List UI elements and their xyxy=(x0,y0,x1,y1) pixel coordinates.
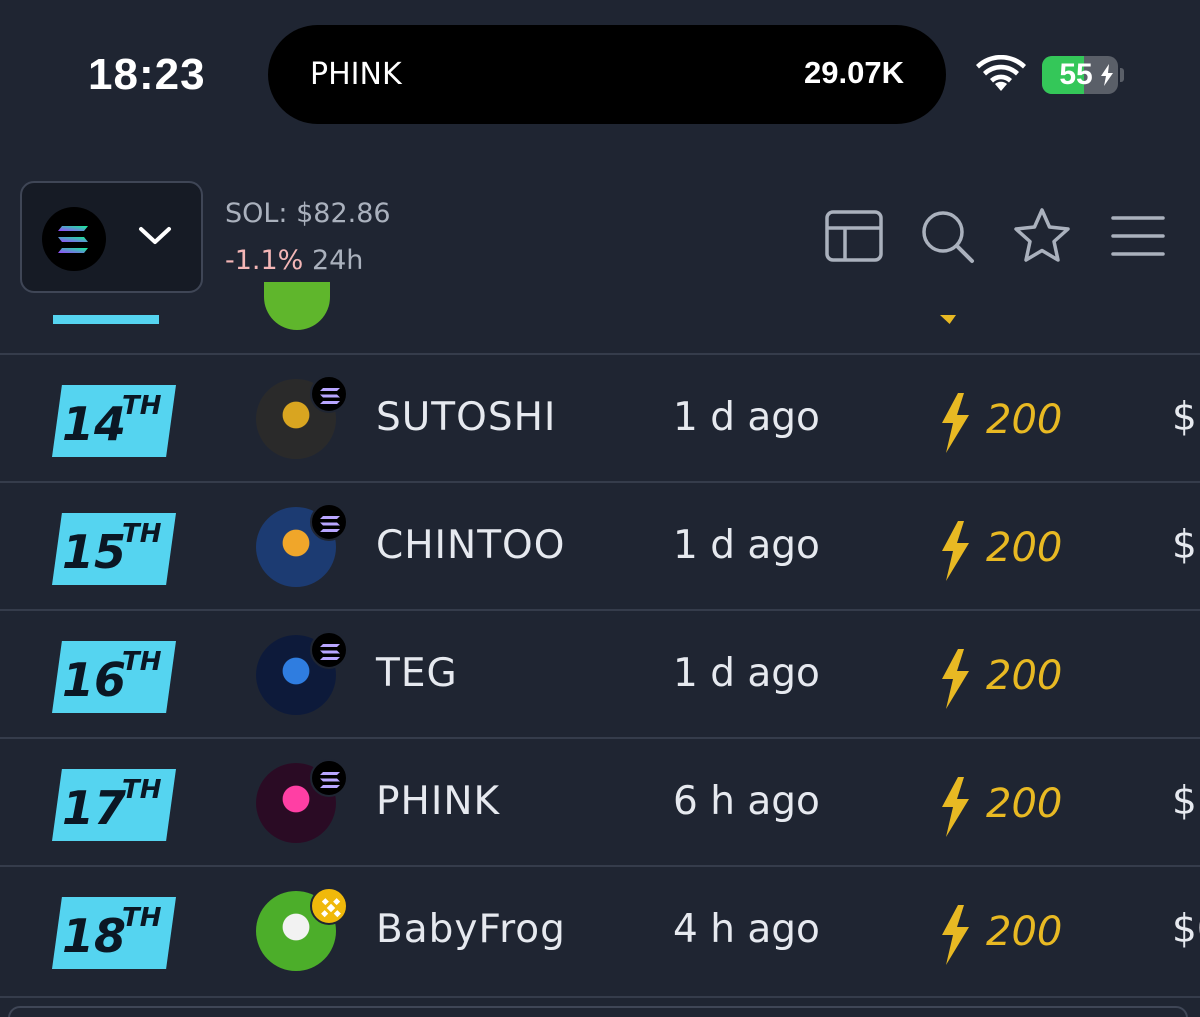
boost-count: 200 xyxy=(986,653,1063,699)
bnb-logo-icon xyxy=(321,898,341,918)
island-ticker-value: 29.07K xyxy=(804,55,904,90)
sol-price: SOL: $82.86 xyxy=(225,198,391,229)
rank-number: 18 xyxy=(62,909,127,963)
solana-logo-icon xyxy=(320,516,340,532)
layout-icon[interactable] xyxy=(825,206,883,264)
rank-number: 16 xyxy=(62,653,127,707)
island-ticker-name: PHINK xyxy=(310,57,402,92)
boost-count: 200 xyxy=(986,397,1063,443)
boost-count: 200 xyxy=(986,781,1063,827)
solana-logo-icon xyxy=(320,772,340,788)
market-cap: $ xyxy=(1172,395,1197,440)
rank-badge: 16 TH xyxy=(52,641,176,713)
status-time: 18:23 xyxy=(88,50,206,99)
market-cap: $0 xyxy=(1172,907,1200,952)
battery-cap xyxy=(1120,68,1124,82)
rank-badge: 15 TH xyxy=(52,513,176,585)
rank-number: 15 xyxy=(62,525,127,579)
boost-bolt-icon xyxy=(942,521,969,581)
boost-count: 200 xyxy=(986,909,1063,955)
listing-age: 4 h ago xyxy=(673,907,820,952)
rank-suffix: TH xyxy=(122,391,162,421)
rank-number: 17 xyxy=(62,781,127,835)
rank-badge: 18 TH xyxy=(52,897,176,969)
chain-badge-icon xyxy=(310,887,348,925)
search-icon[interactable] xyxy=(919,206,977,264)
rank-badge: 14 TH xyxy=(52,385,176,457)
boost-bolt-icon xyxy=(942,777,969,837)
chain-badge-icon xyxy=(310,503,348,541)
token-row[interactable]: 14 TH SUTOSHI 1 d ago 200 $ xyxy=(0,353,1200,481)
chain-badge-icon xyxy=(310,631,348,669)
market-cap: $ xyxy=(1172,779,1197,824)
listing-age: 6 h ago xyxy=(673,779,820,824)
rank-suffix: TH xyxy=(122,775,162,805)
rank-badge: 17 TH xyxy=(52,769,176,841)
token-row[interactable]: 15 TH CHINTOO 1 d ago 200 $ xyxy=(0,481,1200,609)
token-name[interactable]: TEG xyxy=(376,651,458,696)
token-row[interactable]: 16 TH TEG 1 d ago 200 xyxy=(0,609,1200,737)
next-row-peek xyxy=(0,996,1200,1017)
previous-row-avatar xyxy=(264,282,330,330)
listing-age: 1 d ago xyxy=(673,395,820,440)
solana-logo-icon xyxy=(320,644,340,660)
previous-row-rank-badge xyxy=(53,315,159,324)
token-row[interactable]: 17 TH PHINK 6 h ago 200 $ xyxy=(0,737,1200,865)
menu-icon[interactable] xyxy=(1110,206,1166,264)
chain-badge-icon xyxy=(310,375,348,413)
boost-bolt-icon xyxy=(942,393,969,453)
market-cap: $ xyxy=(1172,523,1197,568)
dynamic-island-ticker[interactable]: PHINK 29.07K xyxy=(268,25,946,124)
solana-logo-icon xyxy=(42,207,106,271)
token-name[interactable]: PHINK xyxy=(376,779,500,824)
rank-suffix: TH xyxy=(122,903,162,933)
battery-charging-icon: 55 xyxy=(1042,56,1118,94)
token-name[interactable]: SUTOSHI xyxy=(376,395,556,440)
boost-bolt-icon xyxy=(942,649,969,709)
chain-selector[interactable] xyxy=(20,181,203,293)
rank-suffix: TH xyxy=(122,519,162,549)
token-row[interactable]: 18 TH BabyFrog 4 h ago 200 $0 xyxy=(0,865,1200,993)
charging-bolt-icon xyxy=(1101,64,1113,86)
listing-age: 1 d ago xyxy=(673,523,820,568)
previous-row-bolt-icon xyxy=(940,315,956,324)
chain-badge-icon xyxy=(310,759,348,797)
next-row-card xyxy=(8,1006,1188,1017)
wifi-icon xyxy=(976,55,1026,91)
star-icon[interactable] xyxy=(1012,206,1072,266)
price-change-period: 24h xyxy=(311,245,364,276)
rank-number: 14 xyxy=(62,397,127,451)
token-name[interactable]: BabyFrog xyxy=(376,907,566,952)
price-change-value: -1.1% xyxy=(225,245,304,276)
token-name[interactable]: CHINTOO xyxy=(376,523,565,568)
listing-age: 1 d ago xyxy=(673,651,820,696)
chevron-down-icon xyxy=(139,227,171,244)
solana-logo-icon xyxy=(320,388,340,404)
sol-price-change: -1.1% 24h xyxy=(225,245,363,276)
boost-count: 200 xyxy=(986,525,1063,571)
rank-suffix: TH xyxy=(122,647,162,677)
boost-bolt-icon xyxy=(942,905,969,965)
